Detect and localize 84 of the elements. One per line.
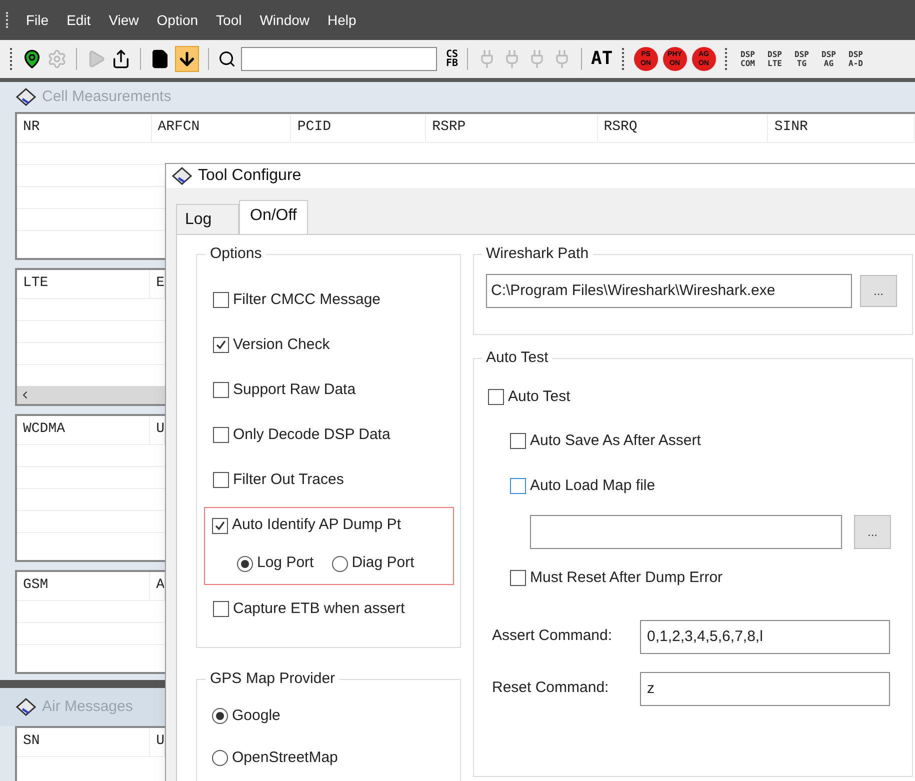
window-title: Tool Configure	[198, 166, 302, 186]
checkbox[interactable]	[510, 433, 526, 450]
option-label: Only Decode DSP Data	[233, 424, 390, 445]
column-header: RSRQ	[598, 114, 768, 142]
option-label: Must Reset After Dump Error	[530, 568, 723, 588]
radio-label: Google	[232, 706, 280, 726]
path-field[interactable]: C:\Program Files\Wireshark\Wireshark.exe	[486, 274, 852, 308]
download-button[interactable]	[175, 46, 199, 72]
menu-item[interactable]: View	[108, 10, 139, 30]
check-icon	[215, 339, 227, 351]
tool-icon	[16, 698, 36, 716]
menu-item[interactable]: Edit	[66, 10, 91, 30]
document-icon[interactable]	[150, 49, 170, 69]
checkbox[interactable]	[488, 388, 504, 405]
option-label: Filter Out Traces	[233, 470, 344, 490]
field-label: Reset Command:	[492, 678, 610, 698]
browse-button[interactable]: ...	[860, 274, 897, 306]
tab[interactable]: Log	[176, 204, 239, 234]
tool-icon	[172, 167, 192, 185]
checkbox[interactable]	[213, 472, 229, 488]
dsp-button[interactable]: DSP AG	[818, 50, 840, 68]
option-label: Version Check	[233, 334, 330, 355]
radio-label: Log Port	[257, 553, 314, 574]
checkbox[interactable]	[212, 518, 228, 534]
group-title: Wireshark Path	[485, 244, 590, 264]
column-header: LTE	[17, 270, 150, 298]
column-header: SN	[17, 728, 150, 756]
option-label: Auto Save As After Assert	[530, 431, 701, 451]
column-header: SINR	[768, 114, 915, 142]
column-header: GSM	[17, 572, 150, 600]
option-label: Auto Test	[508, 386, 570, 406]
command-field[interactable]: z	[640, 672, 890, 706]
menu-item[interactable]: Window	[260, 10, 310, 30]
checkbox[interactable]	[510, 478, 526, 494]
dsp-button[interactable]: DSP A-D	[844, 50, 867, 68]
download-icon	[177, 49, 197, 69]
radio-button[interactable]	[212, 708, 228, 724]
field-label: Assert Command:	[492, 626, 614, 646]
tool-icon	[16, 88, 36, 106]
option-label: Auto Identify AP Dump Pt	[232, 515, 401, 536]
checkbox[interactable]	[213, 292, 229, 308]
column-header: RSRP	[426, 114, 598, 142]
tab[interactable]: On/Off	[239, 200, 308, 234]
toolbar-button[interactable]: AT	[591, 49, 613, 69]
dsp-button[interactable]: DSP TG	[790, 50, 813, 68]
dsp-button[interactable]: DSP LTE	[764, 50, 786, 68]
option-label: Capture ETB when assert	[233, 598, 405, 619]
search-icon[interactable]	[218, 50, 236, 68]
scrollbar[interactable]	[17, 386, 165, 404]
menu-item[interactable]: Option	[156, 10, 198, 30]
search-field[interactable]	[241, 47, 437, 71]
menu-item[interactable]: File	[26, 10, 49, 30]
radio-button[interactable]	[212, 750, 228, 766]
radio-label: Diag Port	[352, 553, 414, 574]
file-field[interactable]	[530, 515, 842, 549]
column-header: ARFCN	[152, 114, 292, 142]
checkbox[interactable]	[510, 570, 526, 586]
column-header: WCDMA	[17, 416, 150, 444]
panel-title: Cell Measurements	[42, 86, 172, 107]
checkbox[interactable]	[213, 337, 229, 353]
radio-button[interactable]	[332, 556, 348, 572]
checkbox[interactable]	[213, 382, 229, 398]
toolbar-button[interactable]: CS FB	[446, 50, 458, 68]
pin-icon[interactable]	[22, 49, 42, 69]
option-label: Support Raw Data	[233, 380, 356, 400]
menu-item[interactable]: Help	[328, 10, 356, 30]
group-title: Auto Test	[485, 348, 550, 368]
menu-item[interactable]: Tool	[216, 10, 242, 30]
export-icon[interactable]	[111, 49, 131, 69]
command-field[interactable]: 0,1,2,3,4,5,6,7,8,l	[640, 620, 890, 654]
option-label: Filter CMCC Message	[233, 290, 381, 310]
browse-button[interactable]: ...	[854, 515, 891, 549]
checkbox[interactable]	[213, 601, 229, 617]
group-title: GPS Map Provider	[209, 669, 336, 689]
checkbox[interactable]	[213, 427, 229, 443]
group-title: Options	[209, 244, 263, 264]
radio-button[interactable]	[237, 556, 253, 572]
option-label: Auto Load Map file	[530, 476, 656, 496]
column-header: PCID	[291, 114, 426, 142]
radio-label: OpenStreetMap	[232, 748, 338, 768]
panel-title: Air Messages	[42, 696, 133, 717]
check-icon	[214, 520, 226, 532]
dsp-button[interactable]: DSP COM	[736, 50, 759, 68]
column-header: NR	[17, 114, 152, 142]
